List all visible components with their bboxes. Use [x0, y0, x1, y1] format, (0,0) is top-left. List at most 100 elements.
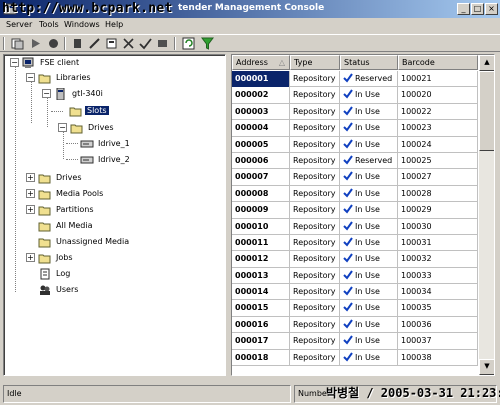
tree-item-libraries[interactable]: Libraries	[38, 71, 93, 85]
cell-type: Repository	[290, 300, 340, 317]
address-value: 000014	[235, 287, 269, 297]
table-body: 000001 Repository Reserved 100021 000002 Repo…	[232, 71, 478, 367]
barcode-value: 100035	[401, 303, 432, 313]
tree-item-library[interactable]: gtl-340i	[54, 87, 105, 101]
cell-address: 000007	[232, 169, 290, 186]
play-icon[interactable]	[28, 36, 43, 51]
table-row[interactable]: 000001 Repository Reserved 100021	[232, 71, 478, 88]
folder-icon	[38, 206, 51, 215]
table-row[interactable]: 000014 Repository In Use 100034	[232, 284, 478, 301]
cell-status: In Use	[340, 300, 398, 317]
watermark-url: http://www.bcpark.net	[2, 1, 173, 16]
menu-tools[interactable]: Tools	[39, 20, 59, 29]
tree-expand-toggle[interactable]: +	[26, 205, 35, 214]
tree-collapse-toggle[interactable]: −	[10, 58, 19, 67]
tree-collapse-toggle[interactable]: −	[26, 73, 35, 82]
connect-icon[interactable]	[10, 36, 25, 51]
type-value: Repository	[293, 287, 336, 297]
cell-type: Repository	[290, 71, 340, 88]
checkmark-icon	[343, 138, 353, 149]
table-row[interactable]: 000003 Repository In Use 100022	[232, 103, 478, 121]
tree-item-drive-2[interactable]: Idrive_2	[80, 153, 132, 167]
media-icon[interactable]	[70, 36, 85, 51]
cell-status: In Use	[340, 120, 398, 137]
cell-barcode: 100036	[398, 316, 478, 334]
tree-item-partitions[interactable]: Partitions	[38, 203, 96, 217]
table-row[interactable]: 000008 Repository In Use 100028	[232, 185, 478, 203]
edit-icon[interactable]	[87, 36, 102, 51]
table-row[interactable]: 000016 Repository In Use 100036	[232, 316, 478, 334]
tree-expand-toggle[interactable]: +	[26, 173, 35, 182]
cell-address: 000006	[232, 152, 290, 170]
checkmark-icon	[343, 89, 353, 99]
tree-item-all-media[interactable]: All Media	[38, 219, 95, 233]
column-header-status[interactable]: Status	[340, 55, 398, 70]
filter-icon[interactable]	[200, 36, 215, 51]
tree-item-drive-1[interactable]: Idrive_1	[80, 137, 132, 151]
cell-address: 000008	[232, 185, 290, 203]
address-value: 000018	[235, 352, 269, 362]
tree-item-jobs[interactable]: Jobs	[38, 251, 75, 265]
cell-type: Repository	[290, 202, 340, 219]
menu-server[interactable]: Server	[6, 20, 32, 29]
menu-help[interactable]: Help	[105, 20, 123, 29]
load-icon[interactable]	[155, 36, 170, 51]
drive-icon	[80, 156, 94, 163]
folder-icon	[38, 238, 51, 247]
column-header-barcode[interactable]: Barcode	[398, 55, 478, 70]
sort-asc-icon: △	[278, 58, 285, 67]
properties-icon[interactable]	[104, 36, 119, 51]
status-value: In Use	[355, 270, 380, 280]
tree-expand-toggle[interactable]: +	[26, 253, 35, 262]
scroll-thumb[interactable]	[479, 71, 494, 151]
scroll-down-button[interactable]: ▼	[479, 359, 494, 375]
vertical-scrollbar[interactable]: ▲ ▼	[479, 55, 494, 375]
tree-root[interactable]: FSE client	[22, 56, 81, 70]
type-value: Repository	[293, 352, 336, 362]
type-value: Repository	[293, 319, 336, 329]
table-row[interactable]: 000005 Repository In Use 100024	[232, 136, 478, 153]
stop-icon[interactable]	[46, 36, 61, 51]
table-row[interactable]: 000018 Repository In Use 100038	[232, 349, 478, 367]
tree-item-library-drives[interactable]: Drives	[70, 121, 116, 135]
column-header-type[interactable]: Type	[290, 55, 340, 70]
cell-address: 000004	[232, 120, 290, 137]
cell-barcode: 100035	[398, 300, 478, 317]
table-row[interactable]: 000017 Repository In Use 100037	[232, 333, 478, 350]
tree-collapse-toggle[interactable]: −	[58, 123, 67, 132]
delete-icon[interactable]	[121, 36, 136, 51]
column-header-address[interactable]: Address △	[232, 55, 290, 70]
status-value: In Use	[355, 319, 380, 329]
tree-item-drives[interactable]: Drives	[38, 171, 84, 185]
tree-item-slots[interactable]: Slots	[69, 104, 109, 118]
minimize-button[interactable]: _	[457, 3, 470, 15]
checkmark-icon	[343, 237, 353, 247]
cell-barcode: 100028	[398, 185, 478, 203]
tree-line	[31, 81, 32, 123]
table-row[interactable]: 000006 Repository Reserved 100025	[232, 152, 478, 170]
close-button[interactable]: ×	[485, 3, 498, 15]
tree-item-log[interactable]: Log	[38, 267, 72, 281]
tree-expand-toggle[interactable]: +	[26, 189, 35, 198]
table-row[interactable]: 000009 Repository In Use 100029	[232, 202, 478, 219]
table-row[interactable]: 000015 Repository In Use 100035	[232, 300, 478, 317]
table-row[interactable]: 000012 Repository In Use 100032	[232, 251, 478, 268]
table-row[interactable]: 000011 Repository In Use 100031	[232, 234, 478, 252]
tree-item-users[interactable]: Users	[38, 283, 80, 297]
maximize-button[interactable]: □	[471, 3, 484, 15]
barcode-value: 100021	[401, 74, 432, 83]
table-row[interactable]: 000007 Repository In Use 100027	[232, 169, 478, 186]
refresh-icon[interactable]	[181, 36, 196, 51]
type-value: Repository	[293, 106, 336, 116]
check-icon[interactable]	[138, 36, 153, 51]
tree-line	[15, 67, 16, 292]
menu-windows[interactable]: Windows	[64, 20, 100, 29]
scroll-up-button[interactable]: ▲	[479, 55, 494, 71]
table-row[interactable]: 000010 Repository In Use 100030	[232, 218, 478, 235]
tree-collapse-toggle[interactable]: −	[42, 89, 51, 98]
tree-item-unassigned-media[interactable]: Unassigned Media	[38, 235, 131, 249]
tree-item-media-pools[interactable]: Media Pools	[38, 187, 105, 201]
table-row[interactable]: 000013 Repository In Use 100033	[232, 267, 478, 285]
table-row[interactable]: 000002 Repository In Use 100020	[232, 87, 478, 104]
table-row[interactable]: 000004 Repository In Use 100023	[232, 120, 478, 137]
